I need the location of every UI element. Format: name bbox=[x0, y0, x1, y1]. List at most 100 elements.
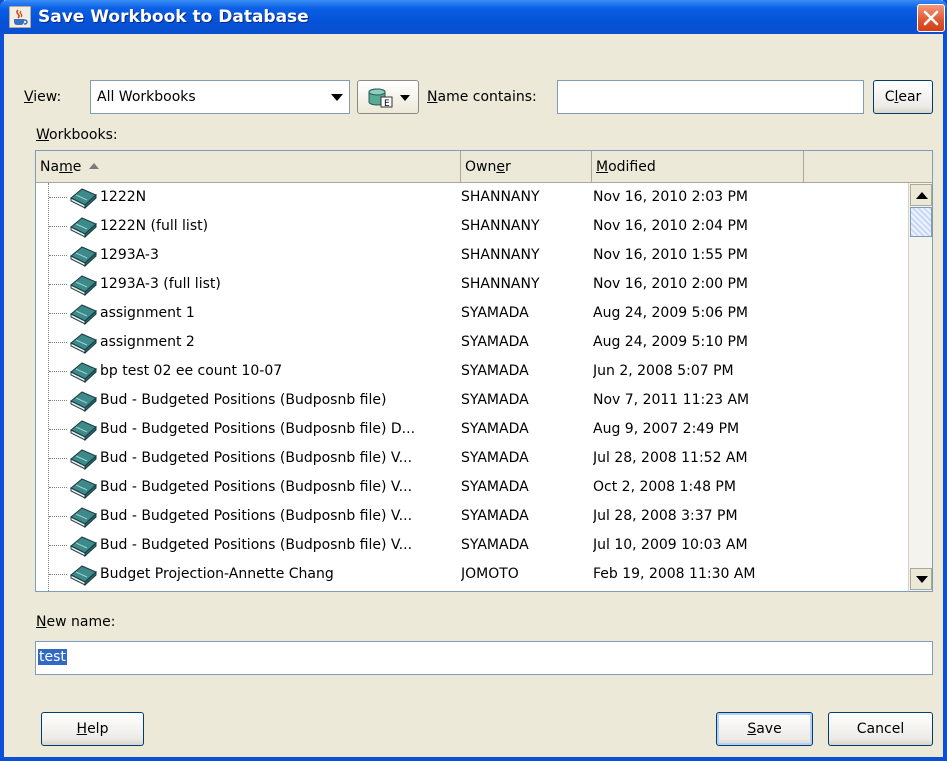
table-row[interactable]: bp test 02 ee count 10-07 SYAMADA Jun 2, 2… bbox=[36, 357, 908, 386]
workbook-owner: SHANNANY bbox=[461, 247, 540, 263]
workbook-icon bbox=[70, 275, 97, 297]
help-button[interactable]: Help bbox=[41, 712, 144, 746]
workbook-name: Bud - Budgeted Positions (Budposnb file) bbox=[100, 392, 387, 408]
tree-line bbox=[49, 284, 67, 285]
table-row[interactable]: Budget Projection-Annette Chang JOMOTO Feb… bbox=[36, 560, 908, 589]
workbook-modified: Aug 9, 2007 2:49 PM bbox=[593, 421, 740, 437]
workbook-modified: Jul 28, 2008 3:37 PM bbox=[593, 508, 738, 524]
workbook-icon bbox=[70, 449, 97, 471]
column-header-modified[interactable]: Modified bbox=[592, 151, 804, 183]
tree-line bbox=[49, 574, 67, 575]
view-select[interactable]: All Workbooks bbox=[90, 80, 350, 114]
table-row[interactable]: assignment 2 SYAMADA Aug 24, 2009 5:10 PM bbox=[36, 328, 908, 357]
table-row[interactable]: Bud - Budgeted Positions (Budposnb file)… bbox=[36, 502, 908, 531]
tree-line bbox=[49, 545, 67, 546]
tree-line bbox=[49, 313, 67, 314]
table-row[interactable]: Bud - Budgeted Positions (Budposnb file)… bbox=[36, 531, 908, 560]
workbook-modified: Nov 16, 2010 1:55 PM bbox=[593, 247, 748, 263]
workbook-owner: JOMOTO bbox=[461, 566, 519, 582]
table-row[interactable]: 1222N (full list) SHANNANY Nov 16, 2010 2:… bbox=[36, 212, 908, 241]
workbook-owner: SHANNANY bbox=[461, 276, 540, 292]
save-workbook-dialog: Save Workbook to Database View: All Work… bbox=[0, 0, 947, 761]
workbook-modified: Oct 2, 2008 1:48 PM bbox=[593, 479, 736, 495]
workbook-name: 1293A-3 (full list) bbox=[100, 276, 221, 292]
name-contains-input[interactable] bbox=[557, 80, 864, 114]
name-contains-label: Name contains: bbox=[427, 89, 537, 105]
column-header-owner[interactable]: Owner bbox=[461, 151, 592, 183]
tree-line bbox=[49, 197, 67, 198]
table-row[interactable]: 1293A-3 (full list) SHANNANY Nov 16, 2010 … bbox=[36, 270, 908, 299]
table-row[interactable]: Bud - Budgeted Positions (Budposnb file)… bbox=[36, 473, 908, 502]
clear-button[interactable]: Clear bbox=[873, 80, 933, 114]
table-header: Name Owner Modified bbox=[36, 151, 932, 183]
tree-line bbox=[49, 342, 67, 343]
tree-line bbox=[49, 516, 67, 517]
workbook-icon bbox=[70, 333, 97, 355]
database-icon: E bbox=[368, 88, 393, 109]
table-row[interactable]: Bud - Budgeted Positions (Budposnb file)… bbox=[36, 415, 908, 444]
column-header-name[interactable]: Name bbox=[36, 151, 461, 183]
workbook-name: Bud - Budgeted Positions (Budposnb file)… bbox=[100, 508, 413, 524]
workbook-name: bp test 02 ee count 10-07 bbox=[100, 363, 283, 379]
tree-line bbox=[49, 226, 67, 227]
workbook-modified: Feb 19, 2008 11:30 AM bbox=[593, 566, 756, 582]
workbooks-table[interactable]: Name Owner Modified 1222N SHANNANY Nov 16,… bbox=[35, 150, 933, 592]
tree-line bbox=[49, 487, 67, 488]
scroll-up-button[interactable] bbox=[910, 184, 932, 206]
new-name-input[interactable]: test bbox=[35, 641, 933, 675]
workbook-owner: SYAMADA bbox=[461, 334, 529, 350]
tree-line bbox=[49, 400, 67, 401]
workbook-modified: Aug 24, 2009 5:10 PM bbox=[593, 334, 748, 350]
workbook-owner: SHANNANY bbox=[461, 218, 540, 234]
workbook-name: 1222N (full list) bbox=[100, 218, 209, 234]
workbook-modified: Jul 28, 2008 11:52 AM bbox=[593, 450, 748, 466]
view-label: View: bbox=[24, 89, 62, 105]
dialog-title: Save Workbook to Database bbox=[38, 7, 309, 27]
workbook-icon bbox=[70, 507, 97, 529]
workbook-icon bbox=[70, 565, 97, 587]
workbook-owner: SYAMADA bbox=[461, 421, 529, 437]
workbook-icon bbox=[70, 217, 97, 239]
java-cup-icon bbox=[9, 6, 31, 28]
workbook-owner: SYAMADA bbox=[461, 537, 529, 553]
table-row[interactable]: Bud - Budgeted Positions (Budposnb file)… bbox=[36, 386, 908, 415]
tree-line bbox=[49, 255, 67, 256]
workbook-modified: Nov 7, 2011 11:23 AM bbox=[593, 392, 750, 408]
workbook-owner: SYAMADA bbox=[461, 363, 529, 379]
save-button[interactable]: Save bbox=[716, 712, 813, 746]
vertical-scrollbar[interactable] bbox=[908, 183, 932, 591]
chevron-down-icon bbox=[331, 94, 343, 101]
workbook-icon bbox=[70, 188, 97, 210]
workbook-name: Bud - Budgeted Positions (Budposnb file)… bbox=[100, 421, 416, 437]
database-options-button[interactable]: E bbox=[357, 80, 419, 114]
workbook-icon bbox=[70, 478, 97, 500]
svg-text:E: E bbox=[384, 99, 390, 109]
cancel-button[interactable]: Cancel bbox=[828, 712, 933, 746]
chevron-down-icon bbox=[400, 95, 410, 101]
workbook-modified: Aug 24, 2009 5:06 PM bbox=[593, 305, 748, 321]
workbook-modified: Nov 16, 2010 2:04 PM bbox=[593, 218, 748, 234]
workbook-owner: SYAMADA bbox=[461, 305, 529, 321]
view-select-value: All Workbooks bbox=[97, 89, 196, 105]
workbook-modified: Nov 16, 2010 2:00 PM bbox=[593, 276, 748, 292]
table-row[interactable]: 1222N SHANNANY Nov 16, 2010 2:03 PM bbox=[36, 183, 908, 212]
table-body: 1222N SHANNANY Nov 16, 2010 2:03 PM 1222N (… bbox=[36, 183, 908, 591]
workbook-icon bbox=[70, 246, 97, 268]
table-row[interactable]: Bud - Budgeted Positions (Budposnb file)… bbox=[36, 444, 908, 473]
table-row[interactable]: assignment 1 SYAMADA Aug 24, 2009 5:06 PM bbox=[36, 299, 908, 328]
scroll-down-button[interactable] bbox=[910, 568, 932, 590]
scroll-thumb[interactable] bbox=[910, 207, 932, 237]
workbook-owner: SYAMADA bbox=[461, 508, 529, 524]
workbook-modified: Nov 16, 2010 2:03 PM bbox=[593, 189, 748, 205]
sort-ascending-icon bbox=[89, 163, 100, 169]
close-button[interactable] bbox=[917, 4, 945, 32]
workbook-owner: SYAMADA bbox=[461, 479, 529, 495]
close-icon bbox=[923, 10, 939, 26]
workbook-name: 1222N bbox=[100, 189, 147, 205]
workbooks-label: Workbooks: bbox=[36, 127, 118, 143]
title-bar[interactable]: Save Workbook to Database bbox=[0, 0, 947, 34]
workbook-owner: SHANNANY bbox=[461, 189, 540, 205]
tree-line bbox=[49, 371, 67, 372]
table-row[interactable]: 1293A-3 SHANNANY Nov 16, 2010 1:55 PM bbox=[36, 241, 908, 270]
workbook-modified: Jun 2, 2008 5:07 PM bbox=[593, 363, 734, 379]
